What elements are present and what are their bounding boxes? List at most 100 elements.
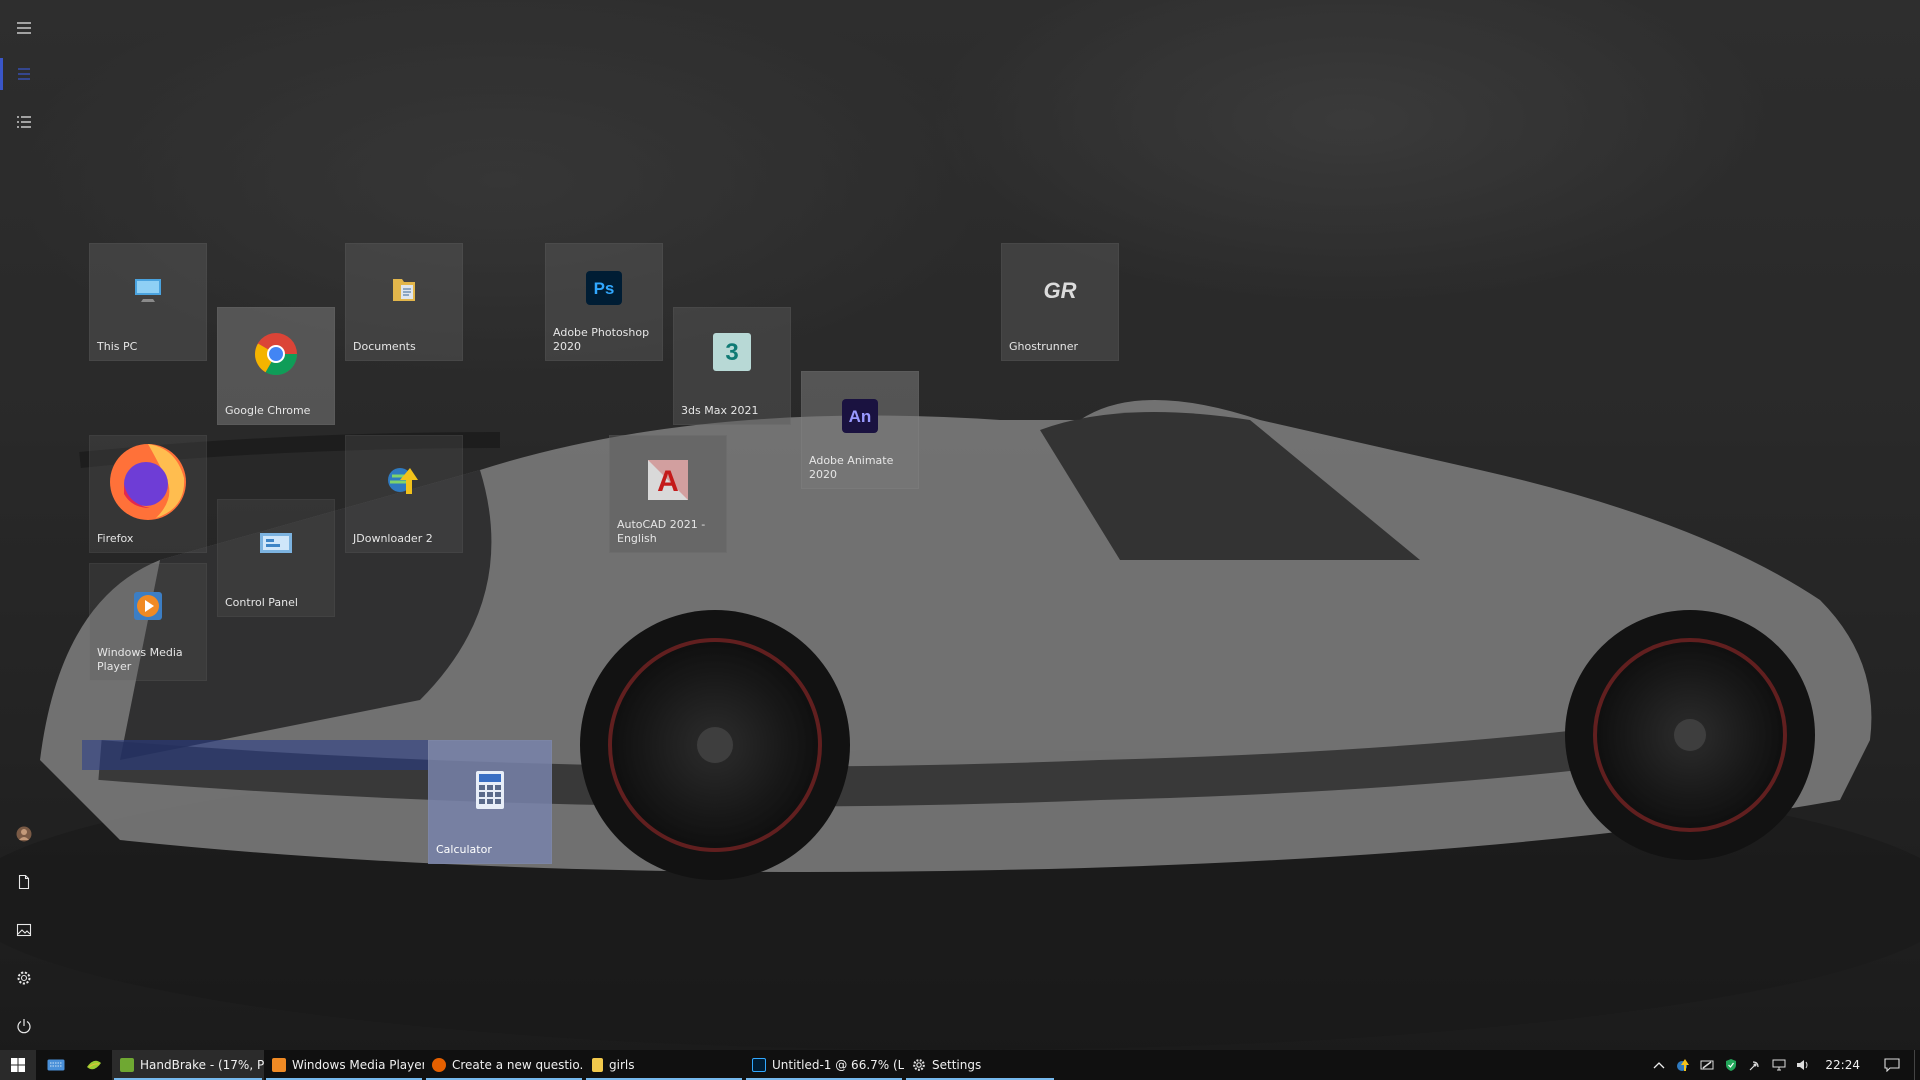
gear-icon (913, 1059, 925, 1071)
tile-group-drop-highlight (82, 740, 428, 770)
3dsmax-icon: 3 (713, 333, 751, 372)
tile-label: Windows Media Player (97, 646, 183, 673)
computer-icon (131, 273, 165, 307)
tray-security[interactable] (1719, 1058, 1743, 1072)
windows-logo-icon (11, 1058, 25, 1072)
document-icon (18, 874, 30, 890)
taskbar-app-handbrake[interactable]: HandBrake - (17%, Pa... (112, 1050, 264, 1080)
ghostrunner-icon: GR (1038, 275, 1082, 305)
tile-adobe-animate[interactable]: An Adobe Animate 2020 (801, 371, 919, 489)
keyboard-icon (47, 1059, 65, 1071)
tray-jdownloader[interactable] (1671, 1058, 1695, 1072)
tile-documents[interactable]: Documents (345, 243, 463, 361)
tile-label: 3ds Max 2021 (681, 404, 759, 417)
show-hidden-icons-button[interactable] (1647, 1061, 1671, 1069)
start-button[interactable] (0, 1050, 36, 1080)
speaker-icon (1797, 1060, 1808, 1070)
tile-3dsmax[interactable]: 3 3ds Max 2021 (673, 307, 791, 425)
gear-icon (17, 971, 31, 985)
list-icon (17, 116, 31, 128)
action-center-button[interactable] (1870, 1058, 1914, 1072)
tray-pen-app[interactable] (1695, 1058, 1719, 1072)
taskbar-pinned-keyboard[interactable] (36, 1050, 76, 1080)
all-apps-button[interactable] (0, 98, 48, 146)
handbrake-icon (120, 1058, 134, 1072)
taskbar-app-label: Untitled-1 @ 66.7% (L... (772, 1058, 904, 1072)
firefox-icon (432, 1058, 446, 1072)
power-button[interactable] (0, 1002, 48, 1050)
folder-icon (592, 1058, 603, 1072)
jdownloader-tray-icon (1677, 1059, 1690, 1071)
hamburger-icon (17, 22, 31, 34)
tile-label: Documents (353, 340, 416, 353)
tile-label: JDownloader 2 (353, 532, 433, 545)
ghostrunner-icon-text: GR (1044, 278, 1077, 303)
tile-google-chrome[interactable]: Google Chrome (217, 307, 335, 425)
taskbar-app-label: girls (609, 1058, 635, 1072)
show-desktop-button[interactable] (1914, 1050, 1920, 1080)
tile-label: AutoCAD 2021 - English (617, 518, 706, 545)
notification-icon (1884, 1058, 1900, 1072)
taskbar-app-file-explorer[interactable]: girls (584, 1050, 744, 1080)
photoshop-icon (752, 1058, 766, 1072)
expand-menu-button[interactable] (0, 4, 48, 52)
tile-label: Google Chrome (225, 404, 311, 417)
tile-control-panel[interactable]: Control Panel (217, 499, 335, 617)
taskbar-app-windows-media-player[interactable]: Windows Media Player (264, 1050, 424, 1080)
taskbar-app-label: Settings (932, 1058, 982, 1072)
firefox-icon (106, 438, 190, 522)
pinned-tiles-button[interactable] (0, 50, 48, 98)
tile-calculator[interactable]: Calculator (428, 740, 552, 864)
taskbar-app-photoshop[interactable]: Untitled-1 @ 66.7% (L... (744, 1050, 904, 1080)
user-account-button[interactable] (0, 810, 48, 858)
chrome-icon (253, 331, 299, 377)
tile-label: Adobe Animate 2020 (809, 454, 894, 481)
tile-autocad[interactable]: A AutoCAD 2021 - English (609, 435, 727, 553)
tile-label: Control Panel (225, 596, 298, 609)
leaf-app-icon (87, 1060, 101, 1070)
picture-icon (16, 923, 32, 937)
power-icon (17, 1019, 31, 1034)
pictures-button[interactable] (0, 906, 48, 954)
animate-icon: An (842, 399, 878, 434)
tray-network-extra[interactable] (1743, 1058, 1767, 1072)
tile-label: Adobe Photoshop 2020 (553, 326, 650, 353)
autocad-icon-text: A (657, 465, 679, 498)
tray-volume[interactable] (1791, 1059, 1815, 1071)
taskbar: HandBrake - (17%, Pa... Windows Media Pl… (0, 1050, 1920, 1080)
taskbar-app-label: Windows Media Player (292, 1058, 424, 1072)
taskbar-app-label: HandBrake - (17%, Pa... (140, 1058, 264, 1072)
shield-icon (1726, 1059, 1737, 1071)
photoshop-icon-text: Ps (594, 279, 615, 298)
control-panel-icon (259, 531, 293, 557)
tile-this-pc[interactable]: This PC (89, 243, 207, 361)
tile-label: Ghostrunner (1009, 340, 1078, 353)
tile-firefox[interactable]: Firefox (89, 435, 207, 553)
tile-windows-media-player[interactable]: Windows Media Player (89, 563, 207, 681)
tray-network[interactable] (1767, 1059, 1791, 1071)
settings-button[interactable] (0, 954, 48, 1002)
photoshop-icon: Ps (586, 271, 622, 306)
tiles-icon (18, 68, 30, 80)
taskbar-app-settings[interactable]: Settings (904, 1050, 1056, 1080)
network-icon (1772, 1059, 1786, 1071)
autocad-icon: A (648, 460, 688, 501)
satellite-icon (1749, 1061, 1760, 1071)
pen-icon (1700, 1060, 1714, 1070)
documents-button[interactable] (0, 858, 48, 906)
animate-icon-text: An (849, 407, 872, 426)
media-player-icon (272, 1058, 286, 1072)
taskbar-pinned-app[interactable] (76, 1050, 112, 1080)
taskbar-clock[interactable]: 22:24 (1815, 1058, 1870, 1072)
tile-label: Calculator (436, 843, 492, 856)
jdownloader-icon (384, 462, 424, 498)
tile-label: Firefox (97, 532, 134, 545)
tile-jdownloader[interactable]: JDownloader 2 (345, 435, 463, 553)
avatar-icon (16, 826, 32, 842)
system-tray: 22:24 (1647, 1050, 1920, 1080)
chevron-up-icon (1653, 1062, 1665, 1069)
tile-photoshop[interactable]: Ps Adobe Photoshop 2020 (545, 243, 663, 361)
start-left-rail (0, 0, 48, 1050)
taskbar-app-firefox[interactable]: Create a new questio... (424, 1050, 584, 1080)
tile-ghostrunner[interactable]: GR Ghostrunner (1001, 243, 1119, 361)
